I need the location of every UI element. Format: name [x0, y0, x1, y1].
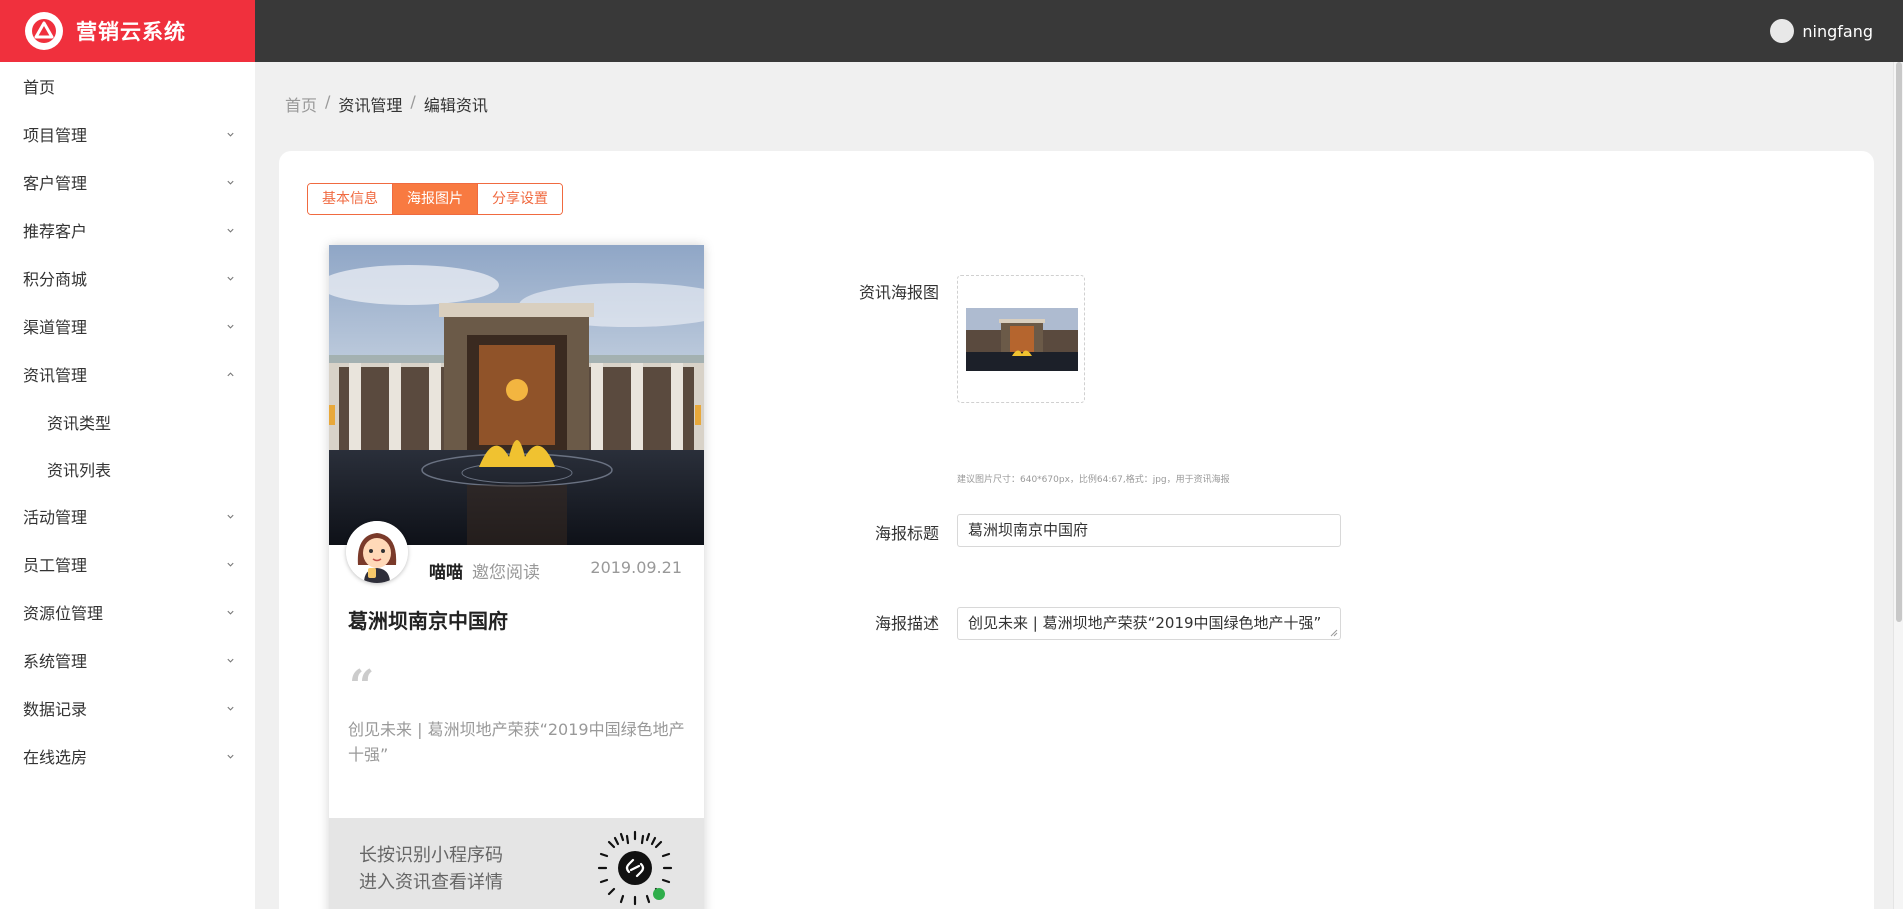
poster-date: 2019.09.21 — [590, 558, 682, 577]
brand-logo-icon — [25, 12, 63, 50]
mini-program-code-icon — [597, 830, 673, 906]
resize-handle-icon[interactable] — [1328, 627, 1338, 637]
poster-image-hint: 建议图片尺寸：640*670px，比例64:67,格式：jpg，用于资讯海报 — [957, 475, 1230, 485]
poster-footer: 长按识别小程序码 进入资讯查看详情 — [329, 818, 704, 909]
poster-description: 创见未来 | 葛洲坝地产荣获“2019中国绿色地产十强” — [348, 720, 685, 764]
chevron-down-icon — [227, 180, 234, 185]
sidebar-item-system[interactable]: 系统管理 — [0, 636, 255, 684]
sidebar-item-data-records[interactable]: 数据记录 — [0, 684, 255, 732]
poster-footer-text: 长按识别小程序码 进入资讯查看详情 — [359, 842, 503, 896]
brand: 营销云系统 — [0, 0, 255, 62]
poster-cover-image — [329, 245, 704, 545]
chevron-down-icon — [227, 562, 234, 567]
user-avatar — [1770, 19, 1795, 43]
sidebar-item-label: 首页 — [23, 78, 56, 97]
breadcrumb-current: 编辑资讯 — [423, 96, 488, 115]
sidebar: 首页 项目管理 客户管理 推荐客户 积分商城 渠道管理 资讯管理 资讯类型 资讯… — [0, 62, 255, 909]
sidebar-item-label: 资讯管理 — [23, 366, 88, 385]
sidebar-item-resource-slots[interactable]: 资源位管理 — [0, 588, 255, 636]
chevron-down-icon — [227, 276, 234, 281]
sidebar-item-news[interactable]: 资讯管理 — [0, 350, 255, 398]
sidebar-item-label: 积分商城 — [23, 270, 88, 289]
poster-footer-line2: 进入资讯查看详情 — [359, 872, 503, 893]
poster-image-label: 资讯海报图 — [858, 283, 939, 302]
breadcrumb: 首页 / 资讯管理 / 编辑资讯 — [285, 92, 488, 116]
chevron-down-icon — [227, 514, 234, 519]
breadcrumb-section[interactable]: 资讯管理 — [338, 92, 402, 116]
poster-title-label: 海报标题 — [874, 524, 939, 543]
sidebar-item-online-housing[interactable]: 在线选房 — [0, 732, 255, 780]
breadcrumb-separator: / — [325, 92, 331, 111]
scrollbar-thumb[interactable] — [1896, 62, 1902, 622]
sidebar-subitem-label: 资讯类型 — [47, 413, 112, 433]
poster-image-thumbnail — [966, 308, 1078, 371]
poster-footer-line1: 长按识别小程序码 — [359, 845, 503, 866]
sidebar-item-label: 客户管理 — [23, 174, 88, 193]
tab-group: 基本信息 海报图片 分享设置 — [307, 183, 563, 215]
sidebar-item-label: 推荐客户 — [23, 222, 88, 241]
sidebar-item-label: 资源位管理 — [23, 604, 104, 623]
poster-quote-icon: “ — [349, 661, 375, 712]
sidebar-subitem-label: 资讯列表 — [47, 460, 112, 480]
sidebar-item-label: 数据记录 — [23, 700, 88, 719]
chevron-down-icon — [227, 706, 234, 711]
chevron-up-icon — [227, 371, 234, 376]
sidebar-item-label: 系统管理 — [23, 652, 88, 671]
tab-poster-image[interactable]: 海报图片 — [393, 184, 478, 214]
user-menu[interactable]: ningfang — [1770, 0, 1873, 62]
tab-basic-info[interactable]: 基本信息 — [308, 184, 393, 214]
user-name: ningfang — [1802, 21, 1873, 41]
sidebar-item-label: 渠道管理 — [23, 318, 88, 337]
chevron-down-icon — [227, 658, 234, 663]
chevron-down-icon — [227, 754, 234, 759]
tab-share-settings[interactable]: 分享设置 — [478, 184, 562, 214]
content-card: 基本信息 海报图片 分享设置 喵喵 邀您阅读 2019.09.21 葛洲坝南京中… — [279, 151, 1874, 909]
sidebar-item-staff[interactable]: 员工管理 — [0, 540, 255, 588]
sidebar-item-label: 项目管理 — [23, 126, 88, 145]
sidebar-subitem-news-types[interactable]: 资讯类型 — [0, 398, 255, 445]
poster-desc-label: 海报描述 — [874, 614, 939, 633]
poster-desc-value: 创见未来 | 葛洲坝地产荣获“2019中国绿色地产十强” — [968, 614, 1322, 632]
poster-image-upload[interactable] — [957, 275, 1085, 403]
sidebar-item-label: 员工管理 — [23, 556, 88, 575]
poster-author-name: 喵喵 — [429, 563, 463, 583]
top-bar: 营销云系统 ningfang — [0, 0, 1903, 62]
sidebar-item-projects[interactable]: 项目管理 — [0, 110, 255, 158]
poster-author-avatar — [346, 521, 408, 583]
sidebar-subitem-news-list[interactable]: 资讯列表 — [0, 445, 255, 492]
sidebar-item-label: 在线选房 — [23, 748, 88, 767]
breadcrumb-separator: / — [410, 92, 416, 111]
poster-preview: 喵喵 邀您阅读 2019.09.21 葛洲坝南京中国府 “ 创见未来 | 葛洲坝… — [329, 245, 704, 909]
chevron-down-icon — [227, 610, 234, 615]
sidebar-item-channels[interactable]: 渠道管理 — [0, 302, 255, 350]
poster-desc-textarea[interactable]: 创见未来 | 葛洲坝地产荣获“2019中国绿色地产十强” — [957, 607, 1341, 640]
brand-title: 营销云系统 — [76, 20, 186, 44]
chevron-down-icon — [227, 228, 234, 233]
poster-title-input[interactable]: 葛洲坝南京中国府 — [957, 514, 1341, 547]
poster-title: 葛洲坝南京中国府 — [348, 609, 508, 633]
sidebar-item-activities[interactable]: 活动管理 — [0, 492, 255, 540]
chevron-down-icon — [227, 324, 234, 329]
sidebar-item-customers[interactable]: 客户管理 — [0, 158, 255, 206]
chevron-down-icon — [227, 132, 234, 137]
poster-invite-text: 邀您阅读 — [472, 563, 540, 583]
page-scrollbar[interactable] — [1893, 62, 1903, 909]
sidebar-item-home[interactable]: 首页 — [0, 62, 255, 110]
sidebar-item-label: 活动管理 — [23, 508, 88, 527]
sidebar-item-referrals[interactable]: 推荐客户 — [0, 206, 255, 254]
sidebar-item-points-mall[interactable]: 积分商城 — [0, 254, 255, 302]
breadcrumb-home[interactable]: 首页 — [285, 92, 317, 116]
